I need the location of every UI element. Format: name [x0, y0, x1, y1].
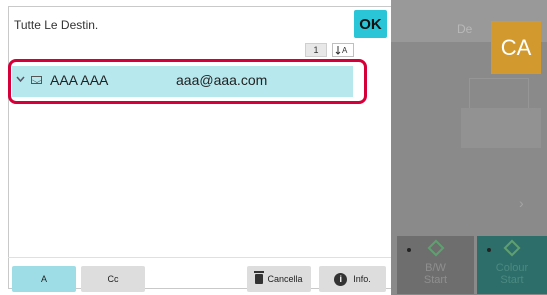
- start-diamond-icon: [427, 239, 444, 257]
- bw-label-line2: Start: [423, 274, 448, 286]
- callout-highlight: [8, 59, 367, 104]
- sort-az-icon[interactable]: A: [332, 43, 354, 57]
- sort-az-glyph: A: [335, 46, 348, 55]
- colour-dot-icon: [487, 248, 491, 252]
- bw-dot-icon: [407, 248, 411, 252]
- colour-label-line2: Start: [500, 274, 524, 286]
- ok-button[interactable]: OK: [354, 10, 387, 38]
- colour-start-button[interactable]: Colour Start: [477, 236, 547, 294]
- divider: [8, 257, 392, 258]
- bw-start-button[interactable]: B/W Start: [397, 236, 474, 294]
- info-label: Info.: [353, 274, 371, 284]
- screen: Tutte Le Destin. OK 1 A AAA AAA aaa@aaa.…: [0, 0, 547, 295]
- dialog-title: Tutte Le Destin.: [14, 18, 99, 32]
- tab-a[interactable]: A: [12, 266, 76, 292]
- trash-icon: [254, 271, 265, 284]
- colour-start-label: Colour Start: [477, 262, 547, 286]
- colour-label-line1: Colour: [495, 262, 529, 274]
- svg-text:A: A: [342, 46, 348, 55]
- entry-count: 1: [305, 43, 327, 57]
- cancel-button[interactable]: Cancella: [247, 266, 311, 292]
- ca-button[interactable]: CA: [491, 21, 541, 74]
- bw-label-line1: B/W: [425, 262, 446, 274]
- info-icon: i: [334, 272, 348, 286]
- side-title: De: [457, 22, 473, 36]
- tab-cc[interactable]: Cc: [81, 266, 145, 292]
- info-button[interactable]: i Info.: [319, 266, 386, 292]
- cancel-label: Cancella: [267, 274, 303, 284]
- side-panel: De CA › B/W Start Colour Start: [391, 0, 547, 295]
- start-diamond-icon: [503, 239, 521, 257]
- bw-start-label: B/W Start: [397, 262, 474, 286]
- chevron-right-icon: ›: [519, 195, 524, 211]
- side-ghost-panel: [461, 108, 541, 148]
